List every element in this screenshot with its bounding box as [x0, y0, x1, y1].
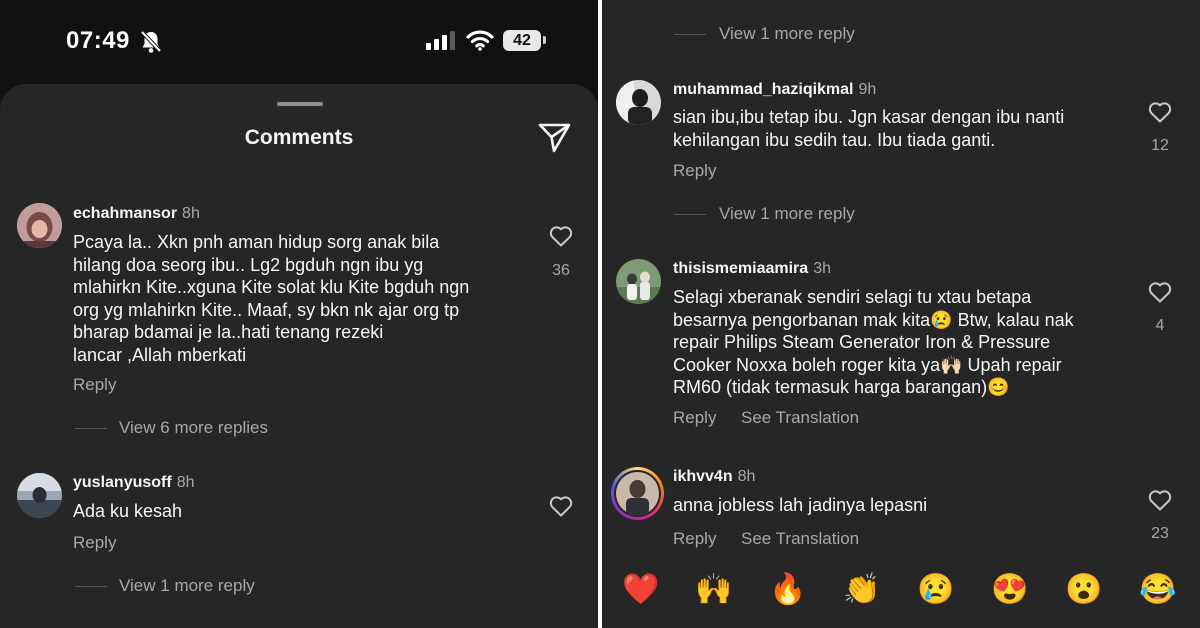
surprised-emoji-button[interactable]: 😮 — [1062, 570, 1106, 610]
avatar-photo — [17, 203, 62, 248]
like-count: 12 — [1151, 137, 1169, 154]
heart-icon[interactable] — [1148, 281, 1172, 303]
avatar[interactable] — [616, 80, 661, 125]
comment-username[interactable]: thisismemiaamira 3h — [673, 260, 831, 278]
heart-icon[interactable] — [1148, 101, 1172, 123]
reply-button[interactable]: Reply — [73, 533, 116, 553]
like-count: 23 — [1151, 525, 1169, 542]
battery-tip — [543, 36, 546, 44]
emoji-reaction-bar: ❤️ 🙌 🔥 👏 😢 😍 😮 😂 — [602, 560, 1200, 620]
crying-emoji-button[interactable]: 😢 — [914, 570, 958, 610]
bell-muted-icon — [140, 30, 162, 53]
thread-line — [75, 428, 107, 429]
send-icon[interactable] — [538, 122, 572, 154]
comment-timestamp: 9h — [858, 81, 877, 98]
clapping-emoji-button[interactable]: 👏 — [840, 570, 884, 610]
comment-text: sian ibu,ibu tetap ibu. Jgn kasar dengan… — [673, 107, 1065, 150]
drag-handle[interactable] — [277, 102, 323, 106]
avatar-photo — [616, 259, 661, 304]
like-count: 36 — [552, 262, 570, 279]
comment-username[interactable]: ikhvv4n 8h — [673, 468, 755, 486]
thread-line — [674, 214, 706, 215]
reply-button[interactable]: Reply — [73, 375, 116, 395]
left-screenshot: 07:49 42 Comments echahmansor 8h Pcaya l… — [0, 0, 598, 628]
comment-timestamp: 3h — [813, 260, 831, 277]
reply-button[interactable]: Reply — [673, 408, 716, 428]
thread-line — [674, 34, 706, 35]
comment-text: Ada ku kesah — [73, 501, 183, 521]
heart-icon[interactable] — [549, 495, 573, 517]
status-bar: 07:49 42 — [0, 0, 598, 84]
heart-icon[interactable] — [549, 225, 573, 247]
reply-button[interactable]: Reply — [673, 529, 716, 549]
see-translation-button[interactable]: See Translation — [741, 529, 859, 549]
heart-eyes-emoji-button[interactable]: 😍 — [988, 570, 1032, 610]
view-more-replies-button[interactable]: View 1 more reply — [719, 24, 855, 44]
comment-timestamp: 8h — [176, 474, 195, 491]
comment-text: Pcaya la.. Xkn pnh aman hidup sorg anak … — [73, 232, 470, 365]
comment-username[interactable]: muhammad_haziqikmal 9h — [673, 81, 876, 99]
battery-indicator: 42 — [503, 30, 541, 51]
avatar-photo — [616, 472, 659, 515]
reply-button[interactable]: Reply — [673, 161, 716, 181]
avatar-photo — [616, 80, 661, 125]
view-more-replies-button[interactable]: View 6 more replies — [119, 418, 268, 438]
comment-text: Selagi xberanak sendiri selagi tu xtau b… — [673, 287, 1074, 397]
avatar[interactable] — [616, 259, 661, 304]
sheet-title: Comments — [244, 126, 354, 149]
view-more-replies-button[interactable]: View 1 more reply — [119, 576, 255, 596]
heart-icon[interactable] — [1148, 489, 1172, 511]
comment-timestamp: 8h — [182, 205, 200, 222]
raised-hands-emoji-button[interactable]: 🙌 — [692, 570, 736, 610]
comment-text: anna jobless lah jadinya lepasni — [673, 495, 928, 515]
status-time: 07:49 — [66, 27, 130, 54]
comment-timestamp: 8h — [737, 468, 756, 485]
heart-emoji-button[interactable]: ❤️ — [619, 570, 663, 610]
avatar[interactable] — [17, 473, 62, 518]
like-count: 4 — [1155, 317, 1165, 334]
thread-line — [75, 586, 107, 587]
laughing-emoji-button[interactable]: 😂 — [1136, 570, 1180, 610]
comment-username[interactable]: yuslanyusoff 8h — [73, 474, 194, 492]
wifi-icon — [466, 30, 494, 51]
see-translation-button[interactable]: See Translation — [741, 408, 859, 428]
story-ring-avatar[interactable] — [611, 467, 664, 520]
right-screenshot: View 1 more reply muhammad_haziqikmal 9h … — [602, 0, 1200, 628]
view-more-replies-button[interactable]: View 1 more reply — [719, 204, 855, 224]
fire-emoji-button[interactable]: 🔥 — [766, 570, 810, 610]
avatar-photo — [17, 473, 62, 518]
comment-username[interactable]: echahmansor 8h — [73, 205, 200, 223]
cellular-signal-icon — [426, 31, 455, 50]
avatar[interactable] — [17, 203, 62, 248]
